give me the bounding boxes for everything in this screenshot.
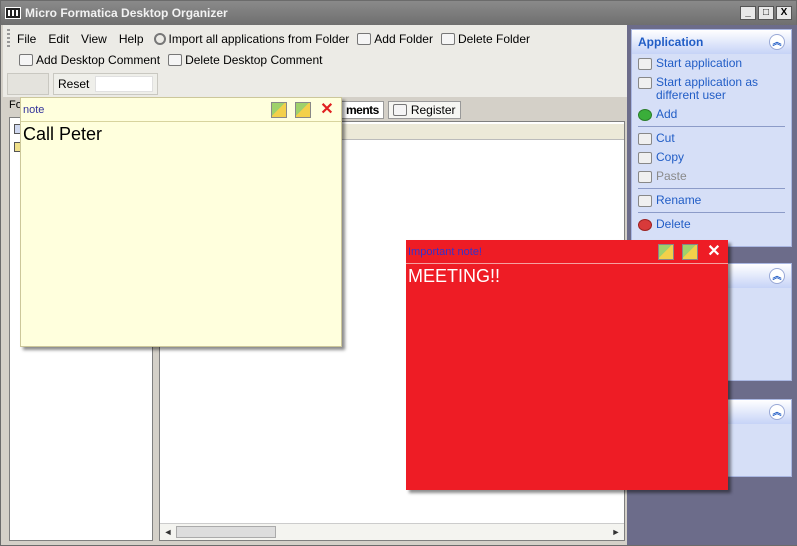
- task-start-application[interactable]: Start application: [632, 54, 791, 73]
- task-label: Rename: [656, 193, 702, 207]
- task-label: Paste: [656, 169, 687, 183]
- divider: [638, 126, 785, 127]
- delete-desktop-comment-button[interactable]: Delete Desktop Comment: [164, 51, 326, 69]
- task-label: Start application as different user: [656, 75, 759, 102]
- reset-input[interactable]: [95, 76, 154, 92]
- reset-button[interactable]: Reset: [58, 77, 89, 91]
- menu-help[interactable]: Help: [113, 30, 150, 48]
- menu-file[interactable]: File: [11, 30, 42, 48]
- minimize-button[interactable]: _: [740, 6, 756, 20]
- divider: [638, 212, 785, 213]
- add-folder-button[interactable]: Add Folder: [353, 30, 437, 48]
- note-edit-icon[interactable]: [295, 102, 311, 118]
- scroll-right-icon[interactable]: ►: [609, 525, 623, 539]
- task-label: Cut: [656, 131, 675, 145]
- sticky-note-yellow[interactable]: note ✕ Call Peter: [20, 97, 342, 347]
- task-label: Copy: [656, 150, 685, 164]
- task-add[interactable]: Add: [632, 105, 791, 124]
- menu-edit[interactable]: Edit: [42, 30, 75, 48]
- toolbar-row-2: Add Desktop Comment Delete Desktop Comme…: [15, 51, 326, 69]
- task-cut[interactable]: Cut: [632, 129, 791, 148]
- magnifier-icon: [153, 33, 166, 45]
- horizontal-scrollbar[interactable]: ◄ ►: [160, 523, 624, 540]
- paste-icon: [638, 171, 652, 183]
- cut-icon: [638, 133, 652, 145]
- application-group-title: Application: [638, 35, 704, 49]
- import-label: Import all applications from Folder: [168, 32, 350, 46]
- tab-comments-label: ments: [346, 103, 379, 117]
- task-rename[interactable]: Rename: [632, 191, 791, 210]
- run-icon: [638, 58, 652, 70]
- collapse-chevron-icon[interactable]: ︽: [769, 404, 785, 420]
- note-color-icon[interactable]: [658, 244, 674, 260]
- task-start-as-user[interactable]: Start application as different user: [632, 73, 791, 105]
- task-label: Add: [656, 107, 678, 121]
- add-desktop-comment-button[interactable]: Add Desktop Comment: [15, 51, 164, 69]
- toolbar-area: File Edit View Help Import all applicati…: [3, 25, 627, 97]
- task-copy[interactable]: Copy: [632, 148, 791, 167]
- add-comment-label: Add Desktop Comment: [36, 53, 161, 67]
- task-paste: Paste: [632, 167, 791, 186]
- import-applications-button[interactable]: Import all applications from Folder: [150, 30, 354, 48]
- tab-comments[interactable]: ments: [341, 101, 384, 119]
- maximize-button[interactable]: □: [758, 6, 774, 20]
- reset-group: Reset: [53, 73, 159, 95]
- delete-folder-icon: [440, 33, 455, 45]
- note-title: Important note!: [408, 245, 482, 258]
- collapse-chevron-icon[interactable]: ︽: [769, 268, 785, 284]
- app-icon: [5, 7, 21, 19]
- add-folder-label: Add Folder: [374, 32, 433, 46]
- close-button[interactable]: X: [776, 6, 792, 20]
- toolbar-grip[interactable]: [7, 29, 10, 47]
- note-edit-icon[interactable]: [682, 244, 698, 260]
- collapse-chevron-icon[interactable]: ︽: [769, 34, 785, 50]
- note-color-icon[interactable]: [271, 102, 287, 118]
- menu-view[interactable]: View: [75, 30, 113, 48]
- task-label: Start application: [656, 56, 743, 70]
- add-folder-icon: [357, 33, 372, 45]
- divider: [638, 188, 785, 189]
- task-delete[interactable]: Delete: [632, 215, 791, 234]
- delete-comment-icon: [168, 54, 183, 66]
- delete-icon: [638, 219, 652, 231]
- note-close-icon[interactable]: ✕: [319, 102, 335, 118]
- rename-icon: [638, 195, 652, 207]
- tab-strip: ments Register: [341, 100, 461, 120]
- toolbar-row-3: Reset: [7, 73, 159, 95]
- users-icon: [638, 77, 652, 89]
- note-close-icon[interactable]: ✕: [706, 244, 722, 260]
- note-header[interactable]: Important note! ✕: [406, 240, 728, 264]
- add-comment-icon: [19, 54, 33, 66]
- window-title: Micro Formatica Desktop Organizer: [25, 6, 228, 20]
- note-header[interactable]: note ✕: [21, 98, 341, 122]
- copy-icon: [638, 152, 652, 164]
- task-label: Delete: [656, 217, 691, 231]
- application-task-group: Application ︽ Start application Start ap…: [631, 29, 792, 247]
- note-body[interactable]: Call Peter: [21, 122, 341, 147]
- add-icon: [638, 109, 652, 121]
- tab-register-label: Register: [410, 103, 456, 117]
- toolbar-blank-button[interactable]: [7, 73, 49, 95]
- sticky-note-red[interactable]: Important note! ✕ MEETING!!: [406, 240, 728, 490]
- scroll-left-icon[interactable]: ◄: [161, 525, 175, 539]
- note-body[interactable]: MEETING!!: [406, 264, 728, 289]
- delete-folder-label: Delete Folder: [457, 32, 531, 46]
- tab-register[interactable]: Register: [387, 101, 461, 119]
- delete-folder-button[interactable]: Delete Folder: [437, 30, 534, 48]
- delete-comment-label: Delete Desktop Comment: [185, 53, 323, 67]
- application-group-header[interactable]: Application ︽: [632, 30, 791, 54]
- title-bar[interactable]: Micro Formatica Desktop Organizer _ □ X: [1, 1, 796, 25]
- register-icon: [392, 104, 407, 116]
- menu-bar: File Edit View Help Import all applicati…: [11, 29, 534, 49]
- note-title: note: [23, 103, 45, 116]
- scroll-thumb[interactable]: [176, 526, 276, 538]
